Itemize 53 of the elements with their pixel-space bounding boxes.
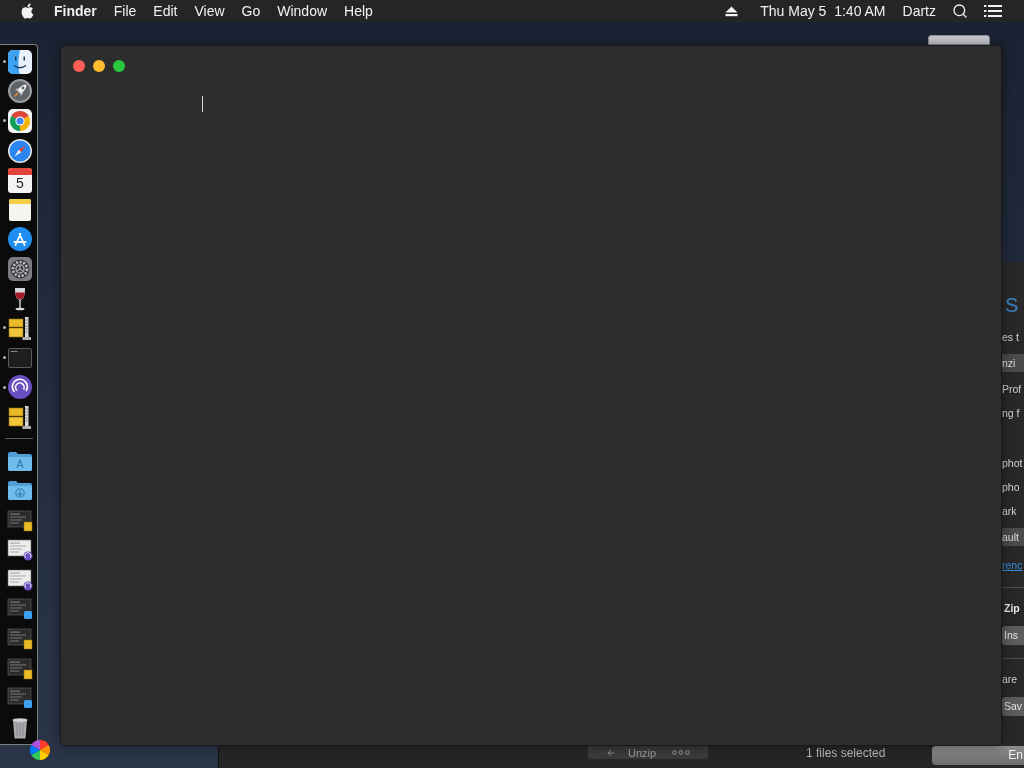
calendar-icon[interactable]: 5 bbox=[8, 167, 32, 193]
menu-item[interactable]: Help bbox=[344, 0, 373, 22]
close-icon[interactable] bbox=[73, 60, 85, 72]
text-field[interactable]: ault bbox=[1002, 528, 1024, 546]
minimize-icon[interactable] bbox=[93, 60, 105, 72]
section-heading: Zip bbox=[1003, 601, 1020, 615]
label: ng f bbox=[1002, 406, 1020, 420]
label: es t bbox=[1002, 330, 1019, 344]
button[interactable]: En bbox=[932, 746, 1024, 765]
window-thumbnail-icon[interactable] bbox=[7, 684, 33, 711]
status-text: 1 files selected bbox=[806, 746, 886, 760]
drive-icon[interactable] bbox=[928, 35, 990, 45]
compass-icon[interactable] bbox=[7, 137, 33, 164]
date-time[interactable]: Thu May 5 1:40 AM bbox=[760, 0, 886, 22]
label: phot bbox=[1002, 456, 1023, 470]
menu-item[interactable]: Edit bbox=[153, 0, 178, 22]
notepad-icon[interactable] bbox=[7, 196, 33, 223]
label: Prof bbox=[1002, 382, 1022, 396]
menu-item[interactable]: View bbox=[194, 0, 225, 22]
zoom-icon[interactable] bbox=[113, 60, 125, 72]
search-icon[interactable] bbox=[952, 3, 968, 19]
window-thumbnail-icon[interactable] bbox=[7, 625, 33, 652]
calendar-date: 5 bbox=[15, 174, 25, 192]
user-name[interactable]: Dartz bbox=[902, 0, 936, 22]
list-icon[interactable] bbox=[984, 4, 1002, 18]
label: pho bbox=[1002, 480, 1020, 494]
menu-item[interactable]: Go bbox=[241, 0, 261, 22]
eject-icon[interactable] bbox=[725, 5, 739, 17]
back-arrow-icon[interactable] bbox=[606, 747, 616, 758]
label: ark bbox=[1002, 504, 1017, 518]
more-icon[interactable] bbox=[672, 750, 691, 755]
button[interactable]: Sav bbox=[1002, 696, 1024, 716]
smiling-face-icon[interactable] bbox=[7, 48, 33, 75]
window-thumbnail-icon[interactable] bbox=[7, 595, 33, 622]
section-heading: S bbox=[1004, 293, 1019, 317]
toolbar-button[interactable]: Unzip bbox=[628, 746, 657, 759]
link[interactable]: renc bbox=[1002, 558, 1023, 572]
apple-icon[interactable] bbox=[20, 3, 34, 19]
label: are bbox=[1002, 672, 1018, 686]
zip-archive-icon[interactable] bbox=[7, 315, 33, 342]
menu-item[interactable]: File bbox=[113, 0, 137, 22]
stylized-a-icon[interactable] bbox=[7, 226, 33, 253]
app-menu[interactable]: Finder bbox=[54, 0, 97, 22]
swirl-circle-icon[interactable] bbox=[7, 374, 33, 401]
gear-icon[interactable] bbox=[7, 255, 33, 282]
menu-item[interactable]: Window bbox=[277, 0, 328, 22]
rocket-icon[interactable] bbox=[7, 78, 33, 105]
browser-logo-icon[interactable] bbox=[7, 108, 33, 134]
button[interactable]: Ins bbox=[1002, 625, 1024, 645]
color-wheel-icon bbox=[30, 740, 50, 760]
window-thumbnail-icon[interactable] bbox=[7, 536, 33, 563]
text-field[interactable]: nzi bbox=[1002, 354, 1024, 372]
zip-archive-icon[interactable] bbox=[7, 403, 33, 430]
